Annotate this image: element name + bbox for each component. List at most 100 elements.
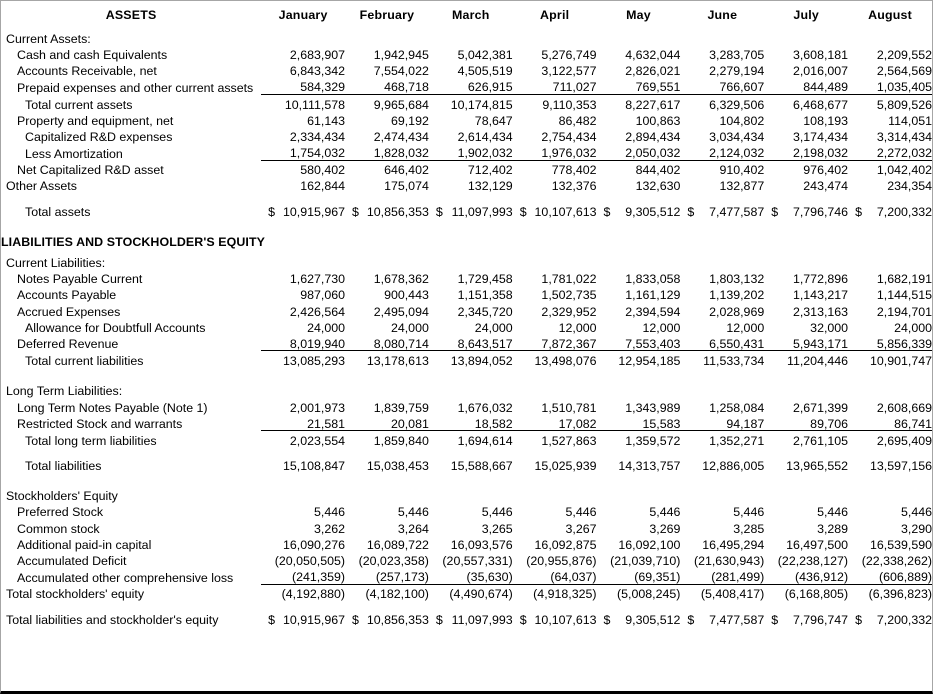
cell-value: $10,856,353 [345, 610, 429, 626]
cell-value: 1,161,129 [625, 288, 681, 303]
cell-value: (69,351) [596, 567, 681, 585]
cell-empty [597, 29, 681, 45]
cell-value: 61,143 [307, 113, 346, 128]
cell-value: 16,497,500 [786, 537, 849, 552]
spacer-cell [764, 368, 848, 382]
spacer-cell [513, 368, 597, 382]
cell-value: 1,502,735 [541, 288, 597, 303]
spacer-cell [764, 218, 848, 232]
row-label: Current Liabilities: [6, 256, 106, 271]
row-label: Net Capitalized R&D asset [17, 163, 164, 178]
row-allowance-for-doubtful-accounts: Allowance for Doubtfull Accounts 24,000 24… [1, 318, 932, 335]
cell-number: 10,107,613 [534, 204, 597, 219]
row-prepaid-expenses: Prepaid expenses and other current asset… [1, 77, 932, 95]
cell-empty [429, 253, 513, 269]
cell-value: 468,718 [345, 77, 429, 95]
cell-empty [764, 253, 848, 269]
cell-empty [848, 29, 932, 45]
currency-symbol: $ [687, 612, 695, 627]
cell-value: (35,630) [428, 567, 513, 585]
cell-value: 1,676,032 [457, 400, 513, 415]
cell-value: 3,283,705 [709, 47, 765, 62]
spacer-cell [680, 193, 764, 202]
cell-value: 16,093,576 [450, 537, 513, 552]
cell-value: 5,446 [314, 505, 346, 520]
spacer-cell [345, 601, 429, 610]
cell-value: 5,856,339 [848, 334, 932, 352]
cell-empty [261, 382, 345, 398]
cell-value: $7,477,587 [680, 202, 764, 218]
cell-value: 20,081 [345, 413, 429, 432]
row-notes-payable-current: Notes Payable Current 1,627,730 1,678,362 1… [1, 269, 932, 287]
cell-value: 2,761,105 [792, 433, 849, 448]
cell-value: 900,443 [384, 288, 429, 303]
cell-value: $10,915,967 [261, 202, 345, 218]
cell-value: 1,144,515 [876, 288, 932, 303]
spacer-cell [597, 218, 681, 232]
cell-empty [680, 487, 764, 503]
currency-symbol: $ [771, 612, 779, 627]
spacer-cell [680, 473, 764, 487]
cell-value: 2,426,564 [289, 304, 346, 319]
currency-symbol: $ [855, 204, 862, 219]
currency-symbol: $ [435, 612, 443, 627]
cell-empty [680, 29, 764, 45]
cell-value: (20,023,358) [358, 554, 429, 569]
cell-value: (22,238,127) [777, 554, 849, 569]
row-label: Notes Payable Current [17, 272, 143, 287]
cell-value: 16,092,875 [534, 537, 597, 552]
cell-value: 24,000 [894, 320, 932, 335]
cell-value: 3,285 [733, 521, 765, 536]
cell-empty [848, 232, 932, 248]
spacer-cell [345, 473, 429, 487]
spacer-cell [848, 218, 932, 232]
assets-column-header: ASSETS [105, 7, 157, 22]
cell-value: 2,608,669 [876, 400, 932, 415]
spacer-cell [764, 473, 848, 487]
row-restricted-stock-and-warrants: Restricted Stock and warrants 21,581 20,08… [1, 413, 932, 432]
cell-value: 13,085,293 [283, 354, 346, 369]
spacer-cell [513, 447, 597, 456]
cell-value: 2,016,007 [792, 64, 849, 79]
cell-value: 2,209,552 [876, 47, 932, 62]
cell-value: 114,051 [888, 113, 932, 128]
cell-value: 3,290 [900, 521, 932, 536]
row-cash-and-cash-equivalents: Cash and cash Equivalents 2,683,907 1,942,… [1, 45, 932, 62]
cell-value: 12,954,185 [618, 354, 681, 369]
cell-value: 584,329 [261, 77, 346, 95]
cell-value: 13,498,076 [534, 354, 597, 369]
cell-value: (21,630,943) [693, 554, 765, 569]
spacer-cell [848, 368, 932, 382]
cell-value: (4,490,674) [449, 587, 513, 602]
cell-value: 3,034,434 [709, 129, 765, 144]
cell-value: 3,289 [817, 521, 849, 536]
cell-value: (64,037) [512, 567, 597, 585]
cell-value: 1,139,202 [709, 288, 765, 303]
cell-value: 100,863 [635, 113, 681, 128]
cell-value: $10,107,613 [513, 610, 597, 626]
cell-value: 3,314,434 [876, 129, 932, 144]
row-label: Long Term Liabilities: [6, 384, 123, 399]
cell-number: 10,107,613 [534, 612, 597, 627]
spacer-cell [429, 368, 513, 382]
cell-value: 132,877 [719, 179, 765, 194]
cell-value: 1,143,217 [792, 288, 849, 303]
row-label: Stockholders' Equity [6, 489, 118, 504]
cell-value: $10,107,613 [513, 202, 597, 218]
cell-empty [848, 487, 932, 503]
cell-value: 1,729,458 [457, 272, 513, 287]
row-deferred-revenue: Deferred Revenue 8,019,940 8,080,714 8,643,… [1, 334, 932, 352]
spacer-cell [261, 447, 345, 456]
spacer-cell [848, 447, 932, 456]
cell-number: 7,200,332 [876, 204, 932, 219]
cell-number: 7,200,332 [876, 612, 932, 627]
month-column-header-july: July [793, 7, 819, 22]
spacer-cell [261, 368, 345, 382]
cell-empty [429, 29, 513, 45]
cell-value: 1,772,896 [792, 272, 849, 287]
spacer-cell [848, 601, 932, 610]
row-total-current-liabilities: Total current liabilities 13,085,293 13,17… [1, 351, 932, 368]
cell-empty [597, 382, 681, 398]
cell-empty [345, 29, 429, 45]
cell-value: 15,108,847 [283, 459, 346, 474]
